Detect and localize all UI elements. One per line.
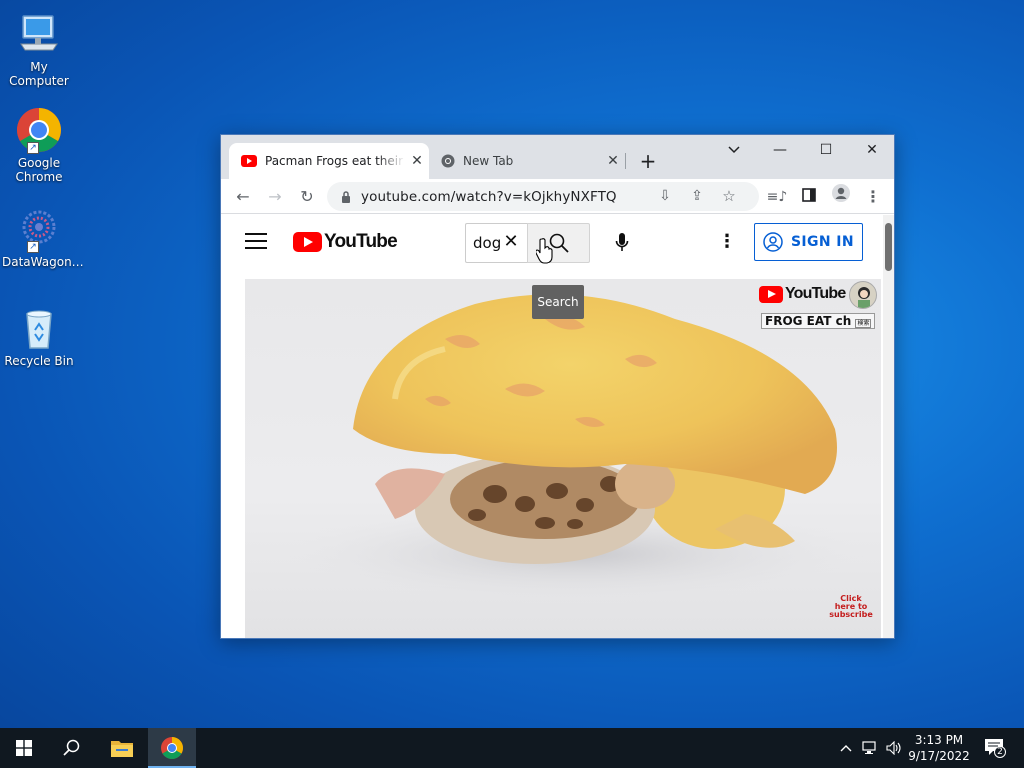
search-tooltip: Search (532, 285, 584, 319)
scrollbar-thumb[interactable] (885, 223, 892, 271)
taskbar: 3:13 PM 9/17/2022 2 (0, 728, 1024, 768)
forward-button[interactable]: → (261, 183, 289, 211)
tab-title: New Tab (463, 154, 514, 168)
browser-toolbar: ← → ↻ youtube.com/watch?v=kOjkhyNXFTQ ⇩ … (221, 179, 894, 214)
shortcut-arrow-icon: ↗ (27, 142, 39, 154)
lock-icon (342, 190, 350, 203)
sign-in-button[interactable]: SIGN IN (754, 223, 863, 261)
tab-close-icon[interactable]: ✕ (405, 153, 429, 169)
hamburger-menu-icon[interactable] (245, 233, 267, 251)
desktop-icon-label: DataWagon… (2, 255, 84, 269)
youtube-favicon-icon (241, 155, 257, 167)
settings-menu-icon[interactable]: ⋮ (715, 231, 739, 255)
desktop-icon-label: Recycle Bin (4, 354, 74, 368)
page-content: YouTube dog ✕ ⋮ SIGN IN Search YouTube F… (221, 215, 894, 638)
media-control-icon[interactable]: ≡♪ (763, 183, 791, 211)
show-hidden-icons-button[interactable] (836, 728, 856, 768)
account-circle-icon (763, 232, 783, 252)
folder-icon (111, 741, 133, 757)
notification-count: 2 (994, 746, 1006, 758)
start-button[interactable] (0, 728, 48, 768)
youtube-play-icon (759, 285, 783, 303)
volume-tray-button[interactable] (884, 728, 904, 768)
chevron-up-icon (840, 745, 852, 752)
desktop-icon-label: Google Chrome (15, 156, 63, 184)
voice-search-button[interactable] (606, 227, 638, 259)
watermark-logo-text: YouTube (785, 285, 846, 302)
tab-search-button[interactable] (711, 135, 757, 165)
watermark-small-button: 検索 (855, 319, 872, 328)
desktop-icon-google-chrome[interactable]: ↗ Google Chrome (2, 106, 76, 184)
chrome-window: Pacman Frogs eat their young ✕ New Tab ✕… (220, 134, 895, 639)
taskbar-search-button[interactable] (48, 728, 96, 768)
tab-youtube[interactable]: Pacman Frogs eat their young ✕ (229, 143, 429, 179)
bookmark-star-icon[interactable]: ☆ (715, 182, 743, 210)
shortcut-arrow-icon: ↗ (27, 241, 39, 253)
clock-time: 3:13 PM (914, 733, 964, 747)
action-center-button[interactable]: 2 (984, 736, 1008, 760)
chevron-down-icon (728, 146, 740, 154)
taskbar-file-explorer[interactable] (98, 728, 146, 768)
youtube-play-icon (293, 232, 322, 252)
channel-avatar (849, 281, 877, 309)
sign-in-label: SIGN IN (790, 234, 855, 250)
speaker-icon (886, 741, 901, 755)
maximize-button[interactable]: ☐ (803, 135, 849, 165)
youtube-logo-text: YouTube (324, 231, 398, 252)
search-icon (63, 739, 80, 756)
network-tray-button[interactable] (860, 728, 882, 768)
desktop-icon-recycle-bin[interactable]: Recycle Bin (2, 304, 76, 368)
tab-separator (625, 153, 626, 169)
chrome-icon (161, 737, 183, 759)
chrome-favicon-icon (441, 154, 455, 168)
tab-new-tab[interactable]: New Tab ✕ (429, 143, 625, 179)
back-button[interactable]: ← (229, 183, 257, 211)
click-to-subscribe-label[interactable]: Click here to subscribe (829, 595, 873, 619)
watermark-youtube-logo: YouTube (759, 285, 846, 303)
clock-date: 9/17/2022 (908, 749, 970, 763)
install-app-icon[interactable]: ⇩ (651, 182, 679, 210)
clear-search-icon[interactable]: ✕ (501, 231, 521, 255)
side-panel-icon[interactable] (795, 183, 823, 211)
video-player[interactable]: YouTube FROG EAT ch 検索 Click here to sub… (245, 279, 881, 638)
desktop-icon-datawagon[interactable]: ↗ DataWagon… (2, 205, 84, 269)
channel-watermark[interactable]: YouTube FROG EAT ch 検索 (759, 281, 879, 331)
chrome-icon: ↗ (15, 106, 63, 154)
datawagon-icon: ↗ (15, 205, 63, 253)
minimize-button[interactable]: — (757, 135, 803, 165)
video-frame-frog (275, 294, 875, 604)
desktop-icon-label: My Computer (9, 60, 69, 88)
tab-strip: Pacman Frogs eat their young ✕ New Tab ✕… (221, 135, 894, 179)
taskbar-chrome[interactable] (148, 728, 196, 768)
close-window-button[interactable]: ✕ (849, 135, 894, 165)
hand-cursor-icon (536, 238, 553, 264)
microphone-icon (615, 233, 629, 251)
tab-close-icon[interactable]: ✕ (601, 153, 625, 169)
address-bar[interactable]: youtube.com/watch?v=kOjkhyNXFTQ ⇩ ⇪ ☆ (327, 182, 759, 211)
recycle-bin-icon (15, 304, 63, 352)
desktop-icon-my-computer[interactable]: My Computer (2, 10, 76, 88)
chrome-menu-icon[interactable]: ⋮ (859, 183, 887, 211)
network-icon (862, 741, 876, 754)
reload-button[interactable]: ↻ (293, 183, 321, 211)
computer-icon (15, 10, 63, 58)
windows-logo-icon (16, 740, 32, 756)
tab-title: Pacman Frogs eat their young (265, 154, 405, 168)
watermark-channel-text: FROG EAT ch (765, 314, 852, 328)
share-icon[interactable]: ⇪ (683, 182, 711, 210)
taskbar-clock[interactable]: 3:13 PM 9/17/2022 (904, 732, 974, 764)
page-scrollbar[interactable] (883, 215, 894, 638)
youtube-logo[interactable]: YouTube (293, 231, 398, 253)
new-tab-button[interactable]: + (635, 149, 661, 175)
watermark-channel-name: FROG EAT ch 検索 (761, 313, 876, 329)
profile-avatar-icon[interactable] (827, 183, 855, 211)
url-text: youtube.com/watch?v=kOjkhyNXFTQ (361, 188, 617, 205)
